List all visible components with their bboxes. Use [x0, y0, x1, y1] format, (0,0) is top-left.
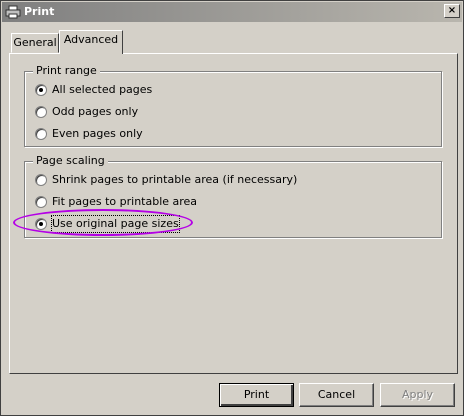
odd-pages-only-label: Odd pages only: [52, 105, 139, 118]
close-button[interactable]: ×: [444, 4, 460, 18]
tab-advanced[interactable]: Advanced: [59, 30, 123, 54]
radio-button[interactable]: [35, 106, 47, 118]
radio-button[interactable]: [35, 218, 47, 230]
cancel-button-label: Cancel: [317, 388, 356, 401]
printer-icon: [5, 5, 21, 19]
radio-button[interactable]: [35, 196, 47, 208]
use-original-page-sizes-label: Use original page sizes: [51, 215, 180, 233]
even-pages-only-label: Even pages only: [52, 127, 143, 140]
all-selected-pages-label: All selected pages: [52, 83, 153, 96]
tab-advanced-label: Advanced: [63, 33, 119, 46]
radio-button[interactable]: [35, 174, 47, 186]
page-scaling-group: Page scaling Shrink pages to printable a…: [24, 154, 442, 238]
title-bar[interactable]: Print ×: [2, 2, 462, 22]
radio-button[interactable]: [35, 128, 47, 140]
radio-button[interactable]: [35, 84, 47, 96]
print-range-title: Print range: [33, 64, 100, 78]
print-button-label: Print: [243, 388, 270, 401]
advanced-panel: Print range All selected pages Odd pages…: [9, 53, 458, 374]
tab-general[interactable]: General: [11, 33, 59, 53]
print-dialog: Print × General Advanced Print range All…: [0, 0, 464, 416]
apply-button[interactable]: Apply: [380, 383, 455, 407]
print-range-group: Print range All selected pages Odd pages…: [24, 64, 442, 147]
print-button[interactable]: Print: [219, 383, 294, 407]
window-title: Print: [24, 5, 55, 18]
fit-pages-label: Fit pages to printable area: [52, 195, 198, 208]
page-scaling-title: Page scaling: [33, 154, 108, 168]
shrink-pages-label: Shrink pages to printable area (if neces…: [52, 173, 298, 186]
tab-general-label: General: [13, 36, 57, 49]
cancel-button[interactable]: Cancel: [299, 383, 374, 407]
close-icon: ×: [447, 5, 457, 16]
apply-button-label: Apply: [401, 388, 434, 401]
